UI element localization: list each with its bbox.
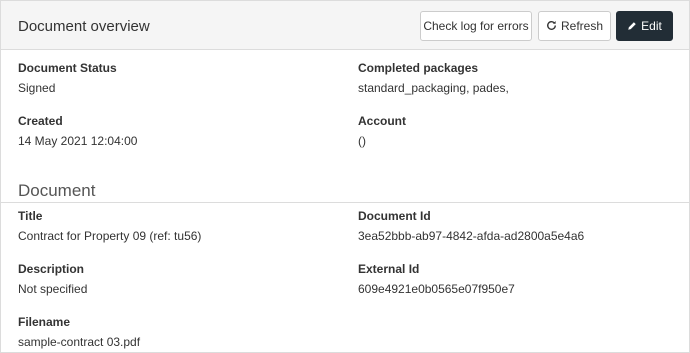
check-log-label: Check log for errors [423,19,529,33]
title-value: Contract for Property 09 (ref: tu56) [18,229,202,243]
completed-packages-value: standard_packaging, pades, [358,81,509,95]
document-id-value: 3ea52bbb-ab97-4842-afda-ad2800a5e4a6 [358,229,585,243]
filename-field: Filename sample-contract 03.pdf [18,315,140,349]
section-divider [1,202,689,203]
document-overview-panel: Document overview Check log for errors R… [0,0,690,353]
completed-packages-label: Completed packages [358,61,479,75]
external-id-label: External Id [358,262,420,276]
external-id-value: 609e4921e0b0565e07f950e7 [358,282,515,296]
created-value: 14 May 2021 12:04:00 [18,134,138,148]
document-status-value: Signed [18,81,56,95]
panel-header: Document overview Check log for errors R… [1,1,689,50]
completed-packages-field: Completed packages standard_packaging, p… [358,61,509,95]
filename-value: sample-contract 03.pdf [18,335,141,349]
account-label: Account [358,114,406,128]
edit-label: Edit [641,19,662,33]
account-field: Account () [358,114,406,148]
description-field: Description Not specified [18,262,87,296]
page-title: Document overview [18,18,150,35]
refresh-label: Refresh [560,19,604,33]
document-id-label: Document Id [358,209,431,223]
document-section-heading: Document [18,181,96,200]
check-log-button[interactable]: Check log for errors [420,11,532,41]
filename-label: Filename [18,315,71,329]
pencil-icon [627,12,637,40]
document-id-field: Document Id 3ea52bbb-ab97-4842-afda-ad28… [358,209,584,243]
refresh-button[interactable]: Refresh [538,11,611,41]
description-label: Description [18,262,85,276]
document-status-field: Document Status Signed [18,61,117,95]
external-id-field: External Id 609e4921e0b0565e07f950e7 [358,262,515,296]
created-field: Created 14 May 2021 12:04:00 [18,114,137,148]
document-status-label: Document Status [18,61,117,75]
title-field: Title Contract for Property 09 (ref: tu5… [18,209,201,243]
title-label: Title [18,209,43,223]
created-label: Created [18,114,63,128]
refresh-icon [546,12,557,40]
account-value: () [358,134,366,148]
edit-button[interactable]: Edit [616,11,673,41]
description-value: Not specified [18,282,88,296]
